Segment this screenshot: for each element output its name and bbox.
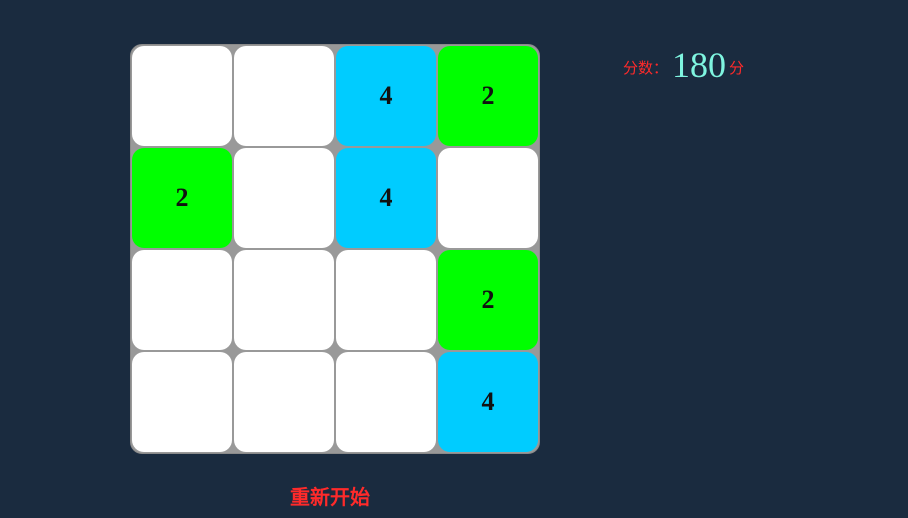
grid-tile <box>132 352 232 452</box>
score-label: 分数： <box>623 59 669 77</box>
grid-tile: 2 <box>438 250 538 350</box>
grid-tile: 4 <box>336 46 436 146</box>
game-board: 422424 <box>130 44 540 454</box>
grid-tile: 4 <box>336 148 436 248</box>
score-display: 分数： 180 分 <box>623 44 744 86</box>
grid-tile <box>234 352 334 452</box>
restart-button[interactable]: 重新开始 <box>290 480 382 510</box>
score-value: 180 <box>672 45 727 85</box>
grid-tile <box>234 148 334 248</box>
grid-tile <box>336 250 436 350</box>
grid-tile: 2 <box>132 148 232 248</box>
grid-tile <box>438 148 538 248</box>
grid-tile <box>234 46 334 146</box>
grid-tile <box>234 250 334 350</box>
score-unit: 分 <box>729 59 745 77</box>
grid-tile: 4 <box>438 352 538 452</box>
grid-tile <box>132 46 232 146</box>
grid-tile <box>336 352 436 452</box>
grid-tile <box>132 250 232 350</box>
grid-tile: 2 <box>438 46 538 146</box>
